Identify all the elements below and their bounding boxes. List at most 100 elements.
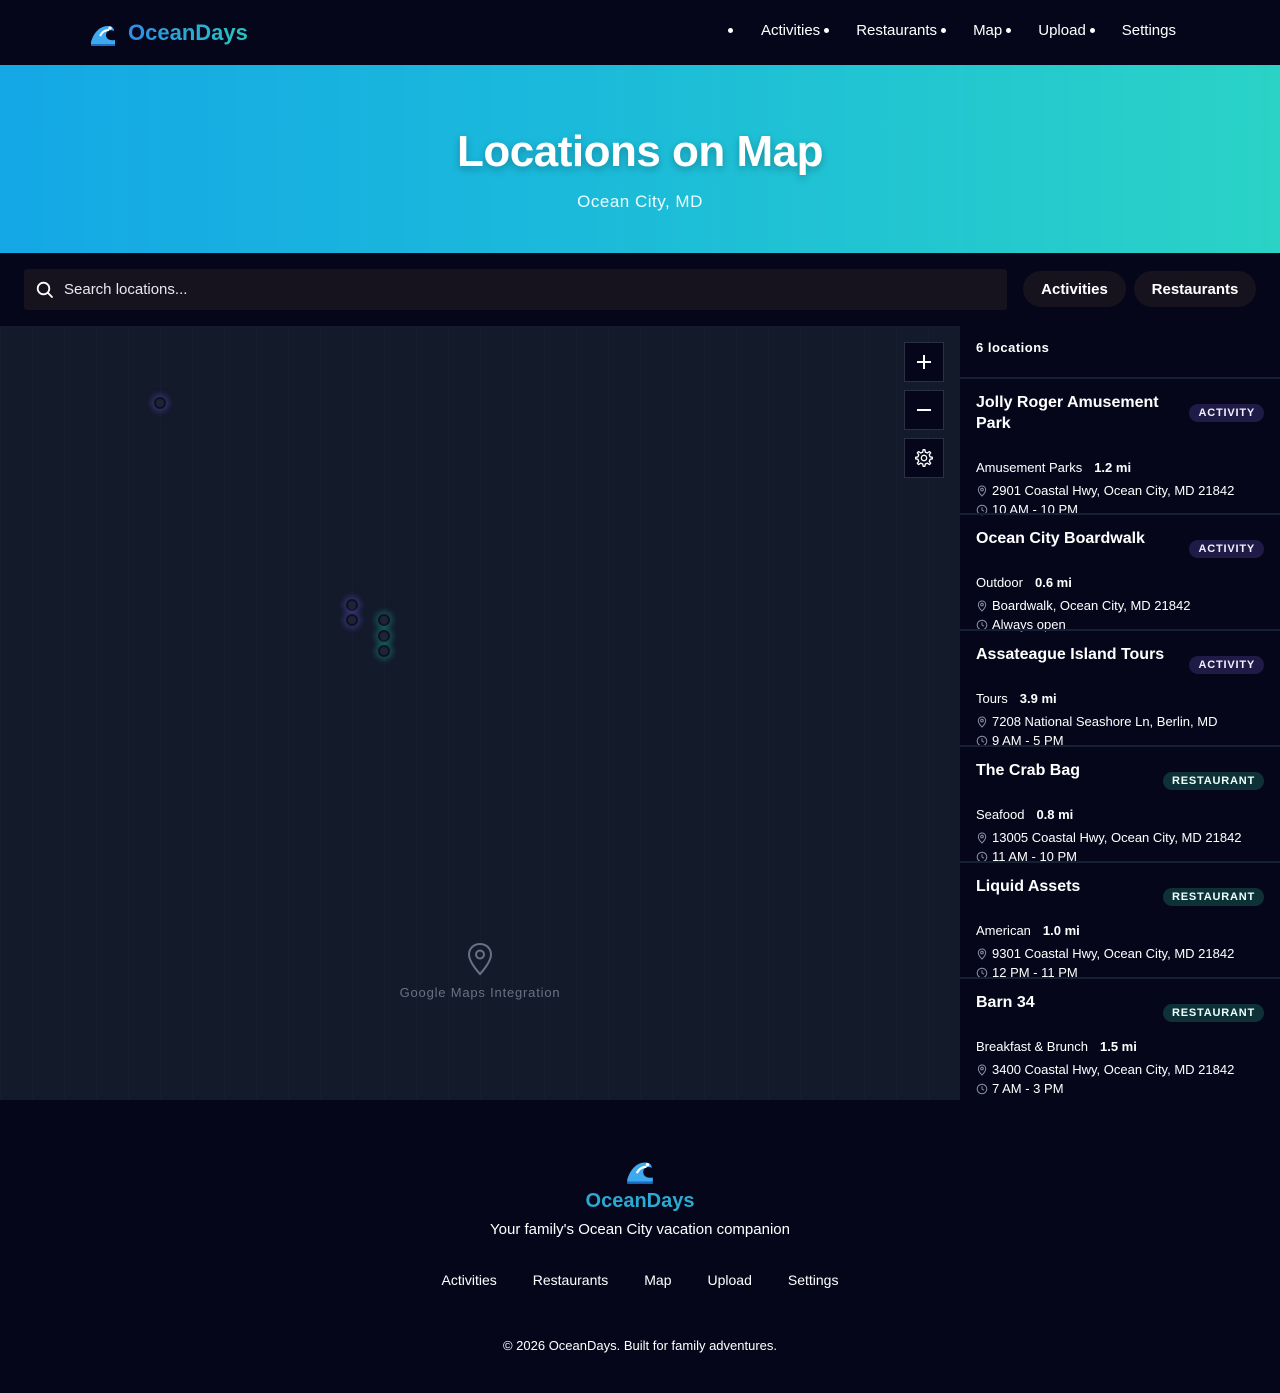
location-address-row: 3400 Coastal Hwy, Ocean City, MD 21842	[976, 1062, 1234, 1077]
footer-link-restaurants[interactable]: Restaurants	[533, 1272, 608, 1288]
location-name: Barn 34	[976, 992, 1035, 1013]
nav-dot	[824, 28, 830, 33]
location-meta: Breakfast & Brunch 1.5 mi	[976, 1039, 1137, 1054]
locations-count: 6 locations	[976, 340, 1050, 355]
location-name: Liquid Assets	[976, 876, 1080, 897]
zoom-out-button[interactable]	[904, 390, 944, 430]
location-card[interactable]: Barn 34 RESTAURANT Breakfast & Brunch 1.5 m…	[960, 977, 1280, 1100]
minus-icon	[917, 409, 931, 411]
gear-icon	[915, 449, 933, 467]
map-marker-restaurant[interactable]	[378, 645, 390, 657]
location-address: 2901 Coastal Hwy, Ocean City, MD 21842	[992, 483, 1235, 498]
location-name: Assateague Island Tours	[976, 644, 1164, 665]
location-card[interactable]: Ocean City Boardwalk ACTIVITY Outdoor 0.6 m…	[960, 513, 1280, 632]
footer-links: Activities Restaurants Map Upload Settin…	[0, 1272, 1280, 1288]
brand-name: OceanDays	[128, 20, 248, 45]
location-name: Ocean City Boardwalk	[976, 528, 1145, 549]
location-category: Amusement Parks	[976, 460, 1083, 475]
footer: OceanDays Your family's Ocean City vacat…	[0, 1100, 1280, 1393]
nav-item-restaurants[interactable]: Restaurants	[856, 22, 947, 39]
location-pin-icon	[977, 831, 987, 844]
type-badge: RESTAURANT	[1163, 772, 1264, 790]
filter-restaurants-button[interactable]: Restaurants	[1134, 271, 1256, 307]
location-category: Breakfast & Brunch	[976, 1039, 1088, 1054]
nav-label: Activities	[761, 22, 821, 39]
location-distance: 1.0 mi	[1042, 923, 1080, 938]
map-marker-restaurant[interactable]	[378, 614, 390, 626]
type-badge: ACTIVITY	[1189, 404, 1264, 422]
page-subtitle: Ocean City, MD	[577, 192, 703, 211]
location-distance: 1.2 mi	[1094, 460, 1132, 475]
nav-label: Settings	[1121, 22, 1176, 39]
nav-item-activities[interactable]: Activities	[761, 22, 830, 39]
search-box	[24, 269, 1007, 310]
location-card[interactable]: Jolly Roger Amusement Park ACTIVITY Amuseme…	[960, 377, 1280, 517]
filter-activities-button[interactable]: Activities	[1023, 271, 1126, 307]
location-distance: 0.8 mi	[1036, 807, 1074, 822]
zoom-in-button[interactable]	[904, 342, 944, 382]
nav-dot	[1089, 28, 1095, 33]
location-name-line: Assateague Island Tours	[976, 646, 1165, 663]
top-navigation-bar: OceanDays Activities Restaurants Map Upl…	[0, 0, 1280, 65]
location-card[interactable]: Liquid Assets RESTAURANT American 1.0 mi 930…	[960, 861, 1280, 980]
main-nav: Activities Restaurants Map Upload Settin…	[728, 22, 1176, 39]
nav-label: Map	[973, 22, 1003, 39]
location-address: 13005 Coastal Hwy, Ocean City, MD 21842	[992, 830, 1242, 845]
location-name-line: Barn 34	[976, 994, 1035, 1011]
location-category: American	[976, 923, 1031, 938]
footer-link-map[interactable]: Map	[644, 1272, 671, 1288]
location-pin-icon	[977, 1063, 987, 1076]
search-toolbar: Activities Restaurants	[0, 253, 1280, 326]
footer-link-settings[interactable]: Settings	[788, 1272, 839, 1288]
locations-sidebar: 6 locations Jolly Roger Amusement Park ACT…	[960, 326, 1280, 1100]
nav-label: Upload	[1038, 22, 1086, 39]
location-address: 7208 National Seashore Ln, Berlin, MD	[992, 714, 1218, 729]
location-pin-icon	[977, 947, 987, 960]
location-hours-row: 7 AM - 3 PM	[976, 1081, 1064, 1096]
location-distance: 0.6 mi	[1034, 575, 1072, 590]
type-badge: ACTIVITY	[1189, 540, 1264, 558]
map-settings-button[interactable]	[904, 438, 944, 478]
location-name-line: Liquid Assets	[976, 878, 1081, 895]
location-meta: Outdoor 0.6 mi	[976, 575, 1072, 590]
footer-copyright: © 2026 OceanDays. Built for family adven…	[502, 1338, 778, 1353]
search-input[interactable]	[64, 281, 1007, 298]
nav-dot	[941, 28, 947, 33]
wave-icon	[627, 1162, 653, 1184]
footer-tagline: Your family's Ocean City vacation compan…	[490, 1221, 790, 1238]
type-badge: ACTIVITY	[1189, 656, 1264, 674]
location-card[interactable]: The Crab Bag RESTAURANT Seafood 0.8 mi 13005…	[960, 745, 1280, 864]
map-caption: Google Maps Integration	[399, 985, 561, 1000]
nav-item-upload[interactable]: Upload	[1038, 22, 1095, 39]
map-marker-restaurant[interactable]	[378, 630, 390, 642]
map-marker-activity[interactable]	[154, 397, 166, 409]
location-card[interactable]: Assateague Island Tours ACTIVITY Tours 3.9 …	[960, 629, 1280, 748]
location-distance: 1.5 mi	[1100, 1039, 1137, 1054]
footer-brand-name: OceanDays	[0, 1190, 1280, 1213]
location-pin-icon	[977, 715, 987, 728]
location-hours: 7 AM - 3 PM	[992, 1081, 1064, 1096]
hero-banner: Locations on Map Ocean City, MD	[0, 65, 1280, 253]
clock-icon	[976, 1083, 988, 1094]
map-canvas[interactable]: Google Maps Integration	[0, 326, 960, 1100]
type-badge: RESTAURANT	[1163, 1004, 1264, 1022]
nav-leading-dot	[728, 28, 733, 33]
map-marker-activity[interactable]	[346, 614, 358, 626]
location-address: 3400 Coastal Hwy, Ocean City, MD 21842	[992, 1062, 1235, 1077]
footer-link-activities[interactable]: Activities	[442, 1272, 497, 1288]
nav-item-settings[interactable]: Settings	[1122, 22, 1176, 39]
location-meta: American 1.0 mi	[976, 923, 1080, 938]
map-marker-activity[interactable]	[346, 599, 358, 611]
location-meta: Amusement Parks 1.2 mi	[976, 460, 1131, 475]
location-address-row: 9301 Coastal Hwy, Ocean City, MD 21842	[976, 946, 1234, 961]
type-badge: RESTAURANT	[1163, 888, 1264, 906]
location-category: Seafood	[976, 807, 1025, 822]
brand-logo-link[interactable]: OceanDays	[88, 17, 248, 49]
nav-item-map[interactable]: Map	[973, 22, 1012, 39]
location-name-line: The Crab Bag	[976, 762, 1081, 779]
footer-link-upload[interactable]: Upload	[707, 1272, 751, 1288]
location-meta: Tours 3.9 mi	[976, 691, 1057, 706]
location-pin-icon	[977, 599, 987, 612]
location-category: Outdoor	[976, 575, 1023, 590]
location-distance: 3.9 mi	[1019, 691, 1057, 706]
